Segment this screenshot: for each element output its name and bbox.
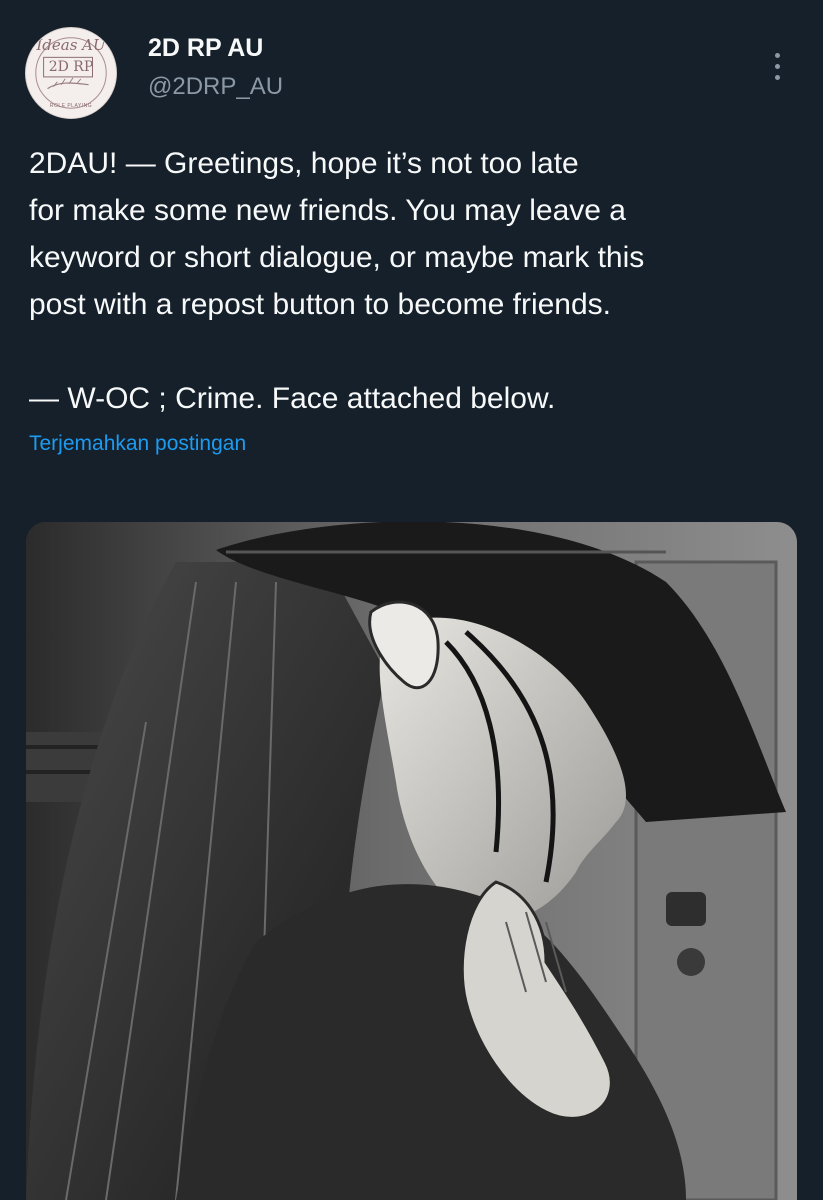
avatar[interactable]: Ideas AU 2D RP ROLE PLAYING: [25, 27, 117, 119]
post-text: 2DAU! — Greetings, hope it’s not too lat…: [29, 140, 804, 422]
post-line: 2DAU! — Greetings, hope it’s not too lat…: [29, 147, 579, 180]
avatar-logo-small: ROLE PLAYING: [49, 103, 93, 109]
post-line: for make some new friends. You may leave…: [29, 194, 626, 227]
post-image-illustration: [26, 522, 797, 1200]
post-line-signature: — W-OC ; Crime. Face attached below.: [29, 382, 556, 415]
author-handle[interactable]: @2DRP_AU: [148, 73, 283, 101]
more-options-button[interactable]: [760, 46, 794, 86]
more-vertical-icon-dot: [774, 63, 780, 69]
more-vertical-icon-dot: [774, 74, 780, 80]
author-display-name[interactable]: 2D RP AU: [148, 34, 263, 63]
avatar-logo-script: Ideas AU: [36, 36, 106, 54]
translate-post-link[interactable]: Terjemahkan postingan: [29, 432, 246, 456]
post-line: post with a repost button to become frie…: [29, 288, 611, 321]
post-line: keyword or short dialogue, or maybe mark…: [29, 241, 645, 274]
avatar-logo-main: 2D RP: [48, 59, 94, 75]
more-vertical-icon: [774, 52, 780, 58]
post-image[interactable]: [26, 522, 797, 1200]
